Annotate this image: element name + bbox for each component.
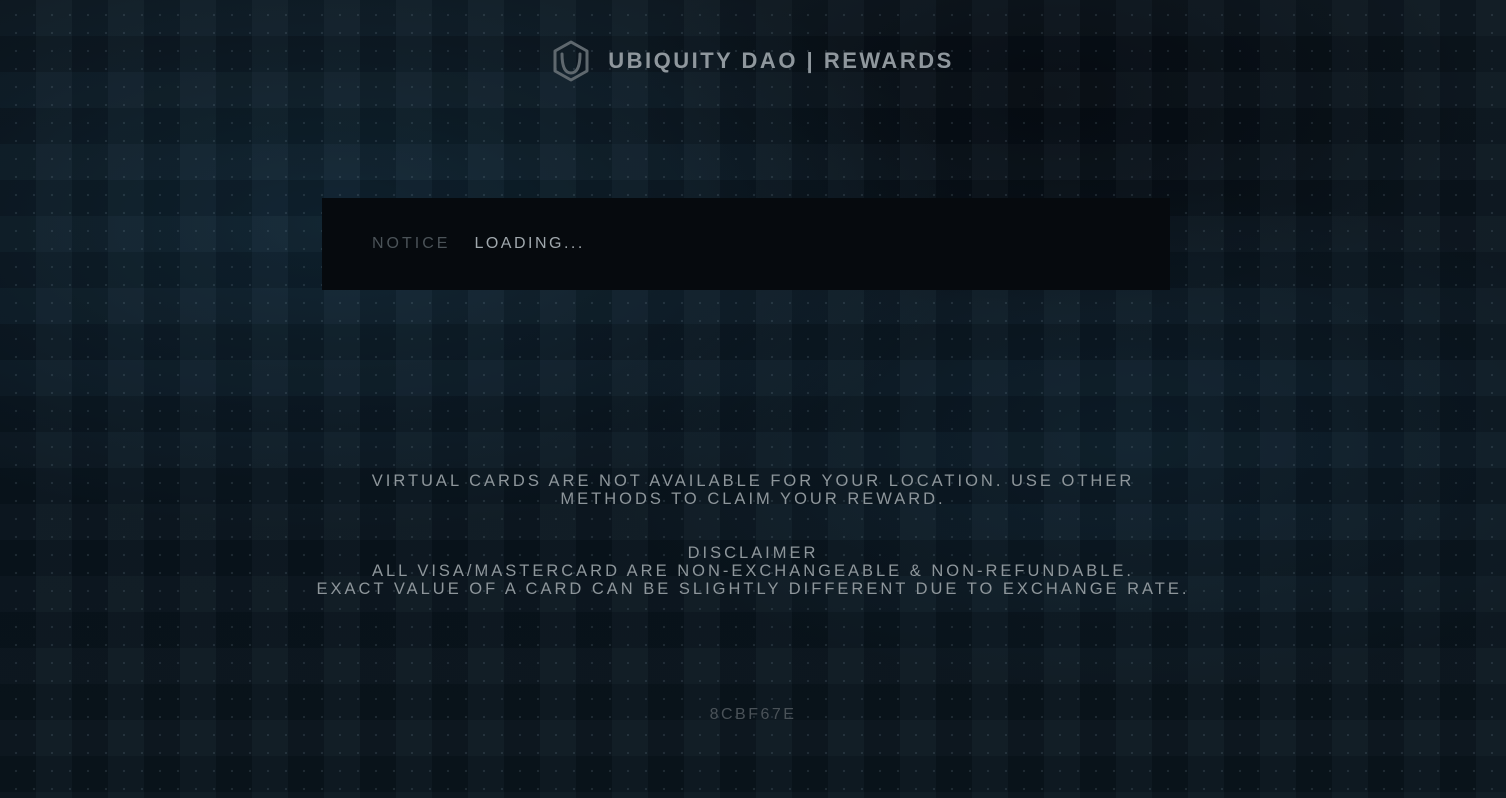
app-title: UBIQUITY DAO | REWARDS	[608, 48, 954, 73]
location-unavailable-message: VIRTUAL CARDS ARE NOT AVAILABLE FOR YOUR…	[0, 472, 1506, 508]
build-commit-hash: 8CBF67E	[709, 706, 797, 723]
notice-status: LOADING...	[474, 235, 585, 252]
notice-label: NOTICE	[372, 235, 451, 252]
app-header: UBIQUITY DAO | REWARDS	[0, 40, 1506, 82]
disclaimer-title: DISCLAIMER	[687, 544, 819, 562]
notice-banner: NOTICE LOADING...	[322, 198, 1170, 290]
disclaimer-line-1: ALL VISA/MASTERCARD ARE NON-EXCHANGEABLE…	[371, 562, 1135, 580]
location-message-line-2: METHODS TO CLAIM YOUR REWARD.	[560, 490, 946, 508]
disclaimer-block: DISCLAIMER ALL VISA/MASTERCARD ARE NON-E…	[0, 544, 1506, 598]
disclaimer-line-2: EXACT VALUE OF A CARD CAN BE SLIGHTLY DI…	[316, 580, 1190, 598]
location-message-line-1: VIRTUAL CARDS ARE NOT AVAILABLE FOR YOUR…	[371, 472, 1135, 490]
dot-grid-pattern	[0, 0, 1506, 798]
ubiquity-logo-icon[interactable]	[552, 40, 590, 82]
